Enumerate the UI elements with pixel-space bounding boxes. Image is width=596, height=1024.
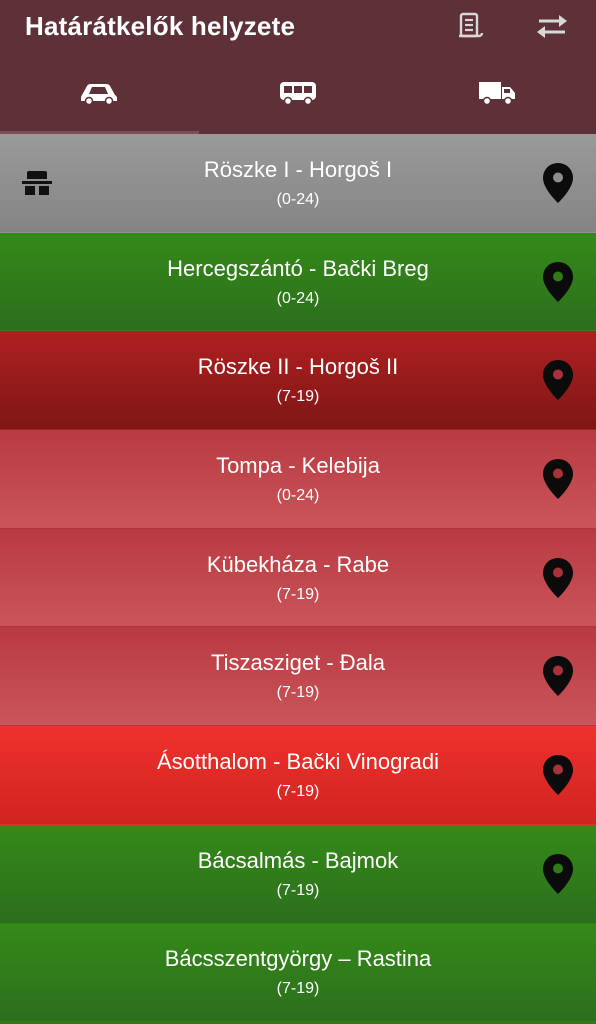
list-item[interactable]: Röszke I - Horgoš I (0-24) — [0, 134, 596, 233]
list-item[interactable]: Hercegszántó - Bački Breg (0-24) — [0, 232, 596, 332]
opening-hours: (7-19) — [276, 980, 320, 998]
crossing-name: Röszke I - Horgoš I — [203, 156, 393, 182]
opening-hours: (7-19) — [276, 585, 320, 603]
opening-hours: (7-19) — [276, 388, 320, 406]
list-item[interactable]: Ásotthalom - Bački Vinogradi (7-19) — [0, 726, 596, 825]
map-pin-icon[interactable] — [542, 754, 574, 796]
crossing-name: Ásotthalom - Bački Vinogradi — [156, 748, 440, 774]
crossing-list: Röszke I - Horgoš I (0-24) Hercegszántó - … — [0, 134, 596, 1023]
map-pin-icon[interactable] — [542, 458, 574, 500]
map-pin-icon[interactable] — [542, 655, 574, 697]
map-pin-icon[interactable] — [542, 853, 574, 895]
opening-hours: (7-19) — [276, 782, 320, 800]
list-item[interactable]: Kübekháza - Rabe (7-19) — [0, 528, 596, 628]
opening-hours: (7-19) — [276, 684, 320, 702]
list-item[interactable]: Tiszasziget - Đala (7-19) — [0, 627, 596, 727]
swap-icon[interactable] — [534, 10, 570, 42]
list-item[interactable]: Bácsalmás - Bajmok (7-19) — [0, 824, 596, 924]
map-pin-icon[interactable] — [542, 162, 574, 204]
crossing-name: Tiszasziget - Đala — [210, 650, 385, 676]
highway-icon — [22, 170, 52, 195]
opening-hours: (0-24) — [276, 190, 320, 208]
map-pin-icon[interactable] — [542, 359, 574, 401]
app-bar: Határátkelők helyzete — [0, 0, 596, 52]
bus-icon — [280, 82, 316, 106]
car-icon — [81, 84, 118, 105]
list-item[interactable]: Bácsszentgyörgy – Rastina (7-19) — [0, 923, 596, 1023]
crossing-name: Röszke II - Horgoš II — [197, 354, 399, 380]
opening-hours: (0-24) — [276, 486, 320, 504]
crossing-name: Tompa - Kelebija — [216, 452, 380, 478]
page-title: Határátkelők helyzete — [25, 10, 296, 41]
list-item[interactable]: Röszke II - Horgoš II (7-19) — [0, 331, 596, 431]
list-item[interactable]: Tompa - Kelebija (0-24) — [0, 430, 596, 529]
vehicle-tabs — [0, 52, 596, 134]
tab-truck[interactable] — [397, 52, 596, 134]
tab-bus[interactable] — [199, 52, 398, 134]
crossing-name: Hercegszántó - Bački Breg — [167, 255, 429, 281]
map-pin-icon[interactable] — [542, 261, 574, 303]
tab-car[interactable] — [0, 52, 199, 134]
opening-hours: (0-24) — [276, 289, 320, 307]
crossing-name: Kübekháza - Rabe — [206, 551, 390, 577]
list-icon[interactable] — [452, 10, 488, 42]
truck-icon — [478, 82, 515, 106]
crossing-name: Bácsalmás - Bajmok — [197, 847, 399, 873]
map-pin-icon[interactable] — [542, 557, 574, 599]
crossing-name: Bácsszentgyörgy – Rastina — [164, 946, 432, 972]
opening-hours: (7-19) — [276, 881, 320, 899]
